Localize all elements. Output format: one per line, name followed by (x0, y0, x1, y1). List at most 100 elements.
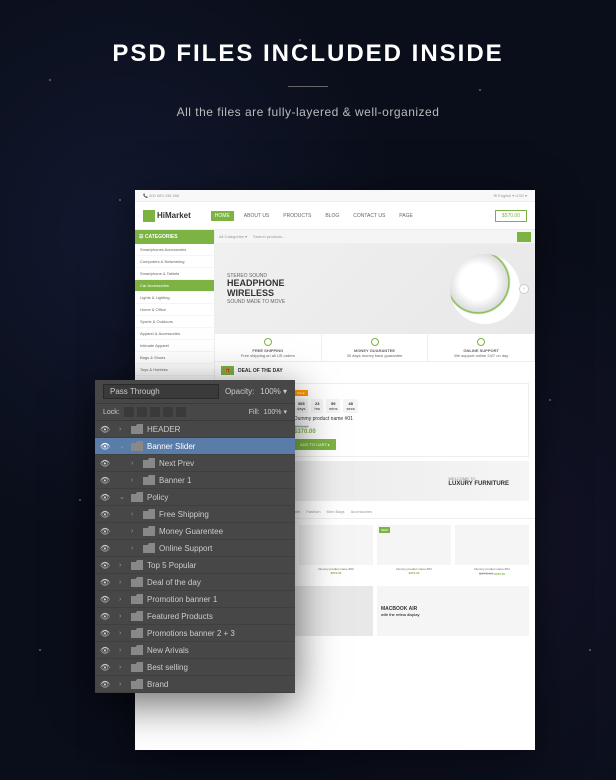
layer-row[interactable]: 👁›Money Guarentee (95, 523, 295, 540)
visibility-icon[interactable]: 👁 (99, 526, 111, 536)
expand-arrow-icon[interactable]: › (131, 511, 139, 518)
lock-icons (124, 407, 186, 417)
expand-arrow-icon[interactable]: › (131, 477, 139, 484)
topbar-phone: 📞 000 983 438 498 (143, 193, 179, 198)
lock-artboard-icon[interactable] (163, 407, 173, 417)
policy-support: ONLINE SUPPORTWe support online 24/7 on … (428, 334, 535, 361)
layer-name: Next Prev (159, 459, 291, 468)
expand-arrow-icon[interactable]: › (119, 647, 127, 654)
ps-lock-row: Lock: Fill: 100% ▾ (95, 404, 295, 421)
product-img (299, 525, 373, 565)
visibility-icon[interactable]: 👁 (99, 458, 111, 468)
visibility-icon[interactable]: 👁 (99, 594, 111, 604)
timer-days: 365days (294, 399, 308, 413)
expand-arrow-icon[interactable]: › (131, 460, 139, 467)
banner-title: LUXURY FURNITURE (448, 481, 509, 487)
opacity-value[interactable]: 100% ▾ (260, 387, 287, 396)
visibility-icon[interactable]: 👁 (99, 441, 111, 451)
layer-name: Brand (147, 680, 291, 689)
expand-arrow-icon[interactable]: › (119, 664, 127, 671)
cat-item: Smartphones Accessories (135, 244, 214, 256)
expand-arrow-icon[interactable]: › (119, 579, 127, 586)
folder-icon (143, 458, 155, 468)
cat-item: Apparel & Accessories (135, 328, 214, 340)
layer-row[interactable]: 👁 › Brand (95, 676, 295, 693)
folder-icon (131, 594, 143, 604)
visibility-icon[interactable]: 👁 (99, 645, 111, 655)
lock-transparency-icon[interactable] (124, 407, 134, 417)
opacity-label: Opacity: (225, 387, 254, 396)
expand-arrow-icon[interactable]: › (119, 630, 127, 637)
nav-products: PRODUCTS (279, 211, 315, 221)
lock-all-icon[interactable] (176, 407, 186, 417)
layer-name: Featured Products (147, 612, 291, 621)
policy-sub: Free shipping on all US orders (241, 353, 295, 358)
visibility-icon[interactable]: 👁 (99, 560, 111, 570)
fill-value[interactable]: 100% ▾ (264, 408, 287, 416)
cart-button: $570.00 (495, 210, 527, 222)
timer-mins: 59mins (326, 399, 340, 413)
layer-row[interactable]: 👁›New Arivals (95, 642, 295, 659)
policy-sub: We support online 24/7 on day (454, 353, 508, 358)
fill-label: Fill: (249, 409, 260, 416)
nav-home: HOME (211, 211, 234, 221)
layer-row[interactable]: 👁 › Next Prev (95, 455, 295, 472)
cat-item: Computers & Networking (135, 256, 214, 268)
layer-row[interactable]: 👁 ⌄ Banner Slider (95, 438, 295, 455)
layer-row[interactable]: 👁 › Online Support (95, 540, 295, 557)
timer-secs: 48secs (343, 399, 357, 413)
folder-icon (131, 492, 143, 502)
expand-arrow-icon[interactable]: › (119, 613, 127, 620)
visibility-icon[interactable]: 👁 (99, 424, 111, 434)
visibility-icon[interactable]: 👁 (99, 628, 111, 638)
expand-arrow-icon[interactable]: › (119, 681, 127, 688)
p-new: $370.00 (331, 571, 342, 575)
expand-arrow-icon[interactable]: › (119, 596, 127, 603)
ps-blend-row: Pass Through Opacity: 100% ▾ (95, 380, 295, 404)
expand-arrow-icon[interactable]: ⌄ (119, 493, 127, 501)
blend-mode-select[interactable]: Pass Through (103, 384, 219, 399)
search-placeholder: Search products... (253, 234, 285, 239)
visibility-icon[interactable]: 👁 (99, 611, 111, 621)
lock-position-icon[interactable] (150, 407, 160, 417)
layer-row[interactable]: 👁›Deal of the day (95, 574, 295, 591)
layer-row[interactable]: 👁⌄Policy (95, 489, 295, 506)
layer-row[interactable]: 👁›Promotions banner 2 + 3 (95, 625, 295, 642)
countdown-timer: 365days 23hrs 59mins 48secs (294, 399, 522, 413)
folder-icon (131, 424, 143, 434)
layer-row[interactable]: 👁 › Featured Products (95, 608, 295, 625)
layer-row[interactable]: 👁›Promotion banner 1 (95, 591, 295, 608)
layer-name: Banner 1 (159, 476, 291, 485)
cat-item: Smartphone & Tablets (135, 268, 214, 280)
visibility-icon[interactable]: 👁 (99, 679, 111, 689)
nav-page: PAGE (395, 211, 417, 221)
hero-banner: STEREO SOUND HEADPHONE WIRELESS SOUND MA… (215, 244, 535, 334)
layer-row[interactable]: 👁›Free Shipping (95, 506, 295, 523)
timer-hrs: 23hrs (311, 399, 323, 413)
nav-blog: BLOG (321, 211, 343, 221)
layer-row[interactable]: 👁 › Banner 1 (95, 472, 295, 489)
layer-row[interactable]: 👁›Best selling (95, 659, 295, 676)
visibility-icon[interactable]: 👁 (99, 577, 111, 587)
title-divider (288, 86, 328, 87)
visibility-icon[interactable]: 👁 (99, 509, 111, 519)
layer-name: Banner Slider (147, 442, 291, 451)
expand-arrow-icon[interactable]: › (119, 426, 127, 433)
visibility-icon[interactable]: 👁 (99, 543, 111, 553)
money-icon (371, 338, 379, 346)
lock-pixels-icon[interactable] (137, 407, 147, 417)
expand-arrow-icon[interactable]: › (131, 528, 139, 535)
layer-row[interactable]: 👁›Top 5 Popular (95, 557, 295, 574)
gift-icon: 🎁 (221, 366, 234, 375)
expand-arrow-icon[interactable]: › (119, 562, 127, 569)
policy-row: FREE SHIPPINGFree shipping on all US ord… (215, 334, 535, 362)
expand-arrow-icon[interactable]: › (131, 545, 139, 552)
layer-row[interactable]: 👁›HEADER (95, 421, 295, 438)
expand-arrow-icon[interactable]: ⌄ (119, 442, 127, 450)
visibility-icon[interactable]: 👁 (99, 662, 111, 672)
visibility-icon[interactable]: 👁 (99, 475, 111, 485)
cat-item: Intimate Apparel (135, 340, 214, 352)
hero-title2: WIRELESS (227, 289, 285, 299)
layer-name: Online Support (159, 544, 291, 553)
visibility-icon[interactable]: 👁 (99, 492, 111, 502)
